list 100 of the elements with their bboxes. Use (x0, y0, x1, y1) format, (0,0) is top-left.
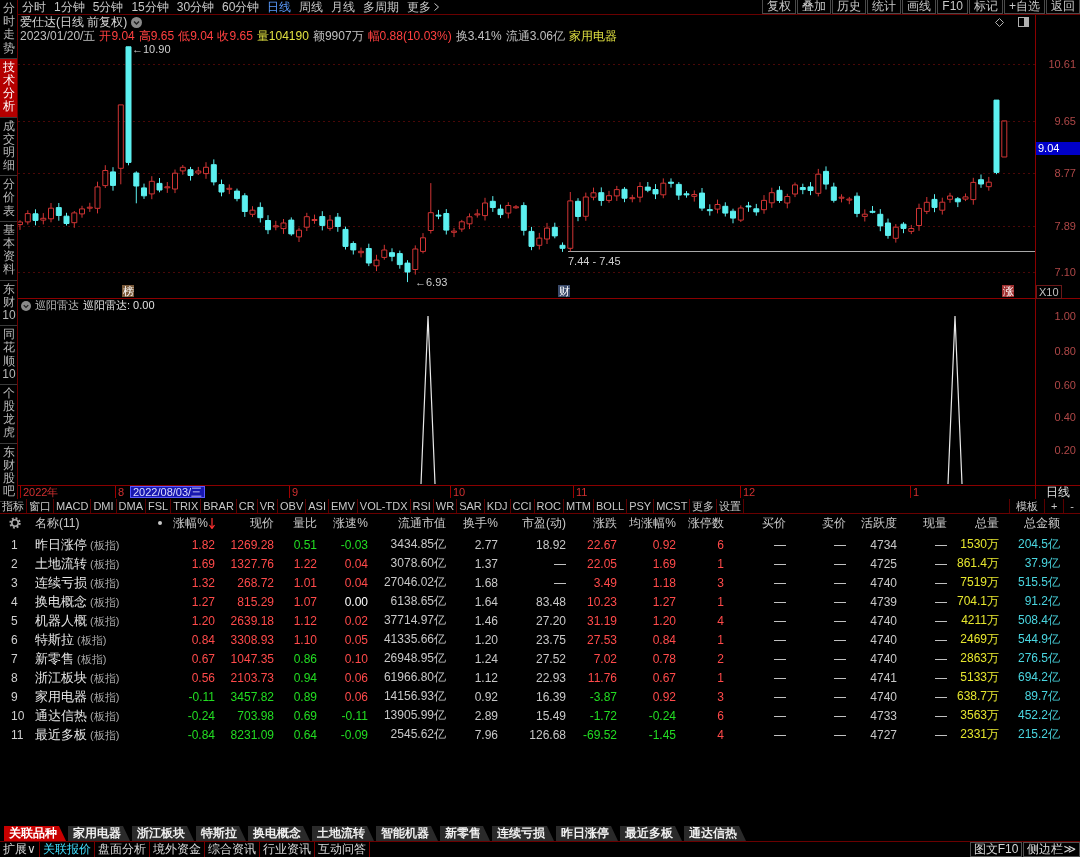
period-tab[interactable]: 周线 (299, 0, 324, 14)
side-tab[interactable]: 同花顺10 (0, 326, 17, 385)
indicator-tab[interactable]: VOL-TDX (357, 499, 411, 513)
event-marker[interactable]: 榜 (122, 285, 134, 297)
tool-button[interactable]: - (1063, 499, 1080, 513)
indicator-tab[interactable]: PSY (627, 499, 655, 513)
column-header[interactable]: 买价 (762, 515, 786, 531)
related-tab[interactable]: 新零售 (440, 826, 490, 841)
related-tab[interactable]: 土地流转 (312, 826, 374, 841)
indicator-tab[interactable]: 设置 (717, 499, 745, 513)
related-tab[interactable]: 最近多板 (620, 826, 682, 841)
diamond-icon[interactable] (995, 17, 1004, 27)
sector-name[interactable]: 换电概念 (35, 592, 87, 611)
related-tab[interactable]: 换电概念 (248, 826, 310, 841)
status-button[interactable]: 图文F10 (969, 842, 1023, 857)
related-tab[interactable]: 家用电器 (68, 826, 130, 841)
side-tab[interactable]: 分时走势 (0, 0, 17, 59)
event-marker[interactable]: 财 (558, 285, 570, 297)
sector-name[interactable]: 连续亏损 (35, 573, 87, 592)
status-tab[interactable]: 境外资金 (149, 842, 205, 857)
indicator-tab[interactable]: MTM (564, 499, 595, 513)
period-tab[interactable]: 多周期 (363, 0, 400, 14)
indicator-tab[interactable]: EMV (328, 499, 358, 513)
period-tab[interactable]: 5分钟 (92, 0, 124, 14)
indicator-tab[interactable]: TRIX (171, 499, 202, 513)
settings-icon[interactable] (9, 517, 21, 529)
toolbar-button[interactable]: 画线 (902, 0, 937, 14)
status-button[interactable]: 侧边栏≫ (1023, 842, 1080, 857)
toolbar-button[interactable]: 返回 (1046, 0, 1080, 14)
sector-name[interactable]: 土地流转 (35, 554, 87, 573)
tool-button[interactable]: + (1043, 499, 1064, 513)
indicator-tab[interactable]: ROC (534, 499, 564, 513)
column-header[interactable]: 市盈(动) (522, 515, 566, 531)
related-tab[interactable]: 特斯拉 (196, 826, 246, 841)
period-tab[interactable]: 分时 (22, 0, 46, 14)
column-header[interactable]: 卖价 (822, 515, 846, 531)
toolbar-button[interactable]: 历史 (832, 0, 867, 14)
toolbar-button[interactable]: +自选 (1004, 0, 1045, 14)
column-header[interactable]: 活跃度 (861, 515, 897, 531)
indicator-tab[interactable]: KDJ (484, 499, 511, 513)
indicator-tab[interactable]: MCST (654, 499, 691, 513)
sector-name[interactable]: 浙江板块 (35, 668, 87, 687)
period-tab[interactable]: 1分钟 (54, 0, 85, 14)
more-button[interactable]: 更多 (407, 0, 440, 14)
indicator-tab[interactable]: WR (433, 499, 458, 513)
indicator-tab[interactable]: 指标 (0, 499, 27, 513)
column-header[interactable]: 总量 (975, 515, 999, 531)
toolbar-button[interactable]: F10 (937, 0, 968, 14)
sector-name[interactable]: 家用电器 (35, 687, 87, 706)
period-tab[interactable]: 30分钟 (176, 0, 215, 14)
side-tab[interactable]: 基本资料 (0, 221, 17, 281)
related-tab[interactable]: 智能机器 (376, 826, 438, 841)
indicator-tab[interactable]: BRAR (201, 499, 237, 513)
status-tab[interactable]: 行业资讯 (259, 842, 315, 857)
period-tab[interactable]: 月线 (331, 0, 356, 14)
side-tab[interactable]: 成交明细 (0, 117, 17, 177)
sector-name[interactable]: 通达信热 (35, 706, 87, 725)
indicator-tab[interactable]: FSL (146, 499, 172, 513)
column-header[interactable]: 流通市值 (398, 515, 446, 531)
sector-name[interactable]: 新零售 (35, 649, 74, 668)
indicator-tab[interactable]: ASI (306, 499, 329, 513)
column-header[interactable]: 涨停数 (688, 515, 724, 531)
column-header[interactable]: 现量 (923, 515, 947, 531)
toolbar-button[interactable]: 统计 (867, 0, 902, 14)
status-tab[interactable]: 扩展∨ (0, 842, 40, 857)
indicator-tab[interactable]: DMI (91, 499, 117, 513)
period-tab[interactable]: 日线 (267, 0, 292, 14)
tool-button[interactable]: 模板 (1008, 499, 1044, 513)
column-header[interactable]: 涨幅% (173, 515, 215, 531)
indicator-tab[interactable]: 窗口 (27, 499, 54, 513)
sector-name[interactable]: 特斯拉 (35, 630, 74, 649)
indicator-tab[interactable]: 更多 (690, 499, 718, 513)
side-tab[interactable]: 技术分析 (0, 58, 17, 118)
window-icon[interactable] (1018, 17, 1029, 27)
indicator-tab[interactable]: RSI (410, 499, 434, 513)
column-header[interactable]: 涨速% (333, 515, 368, 531)
toolbar-button[interactable]: 标记 (969, 0, 1003, 14)
related-tab[interactable]: 通达信热 (684, 826, 746, 841)
indicator-tab[interactable]: CR (236, 499, 258, 513)
circle-chevron-icon[interactable] (21, 300, 31, 311)
column-header[interactable]: 现价 (250, 515, 274, 531)
indicator-tab[interactable]: CCI (510, 499, 535, 513)
column-header[interactable]: 换手% (463, 515, 498, 531)
column-header[interactable]: 量比 (293, 515, 317, 531)
period-tab[interactable]: 60分钟 (222, 0, 260, 14)
circle-chevron-icon[interactable] (131, 16, 143, 28)
indicator-tab[interactable]: BOLL (594, 499, 628, 513)
sector-name[interactable]: 机器人概 (35, 611, 87, 630)
column-header[interactable]: 总金额 (1024, 515, 1060, 531)
indicator-tab[interactable]: VR (257, 499, 278, 513)
indicator-tab[interactable]: SAR (457, 499, 485, 513)
indicator-tab[interactable]: OBV (278, 499, 307, 513)
related-tab[interactable]: 连续亏损 (492, 826, 554, 841)
sector-name[interactable]: 最近多板 (35, 725, 87, 744)
side-tab[interactable]: 个股龙虎 (0, 384, 17, 444)
related-tab[interactable]: 昨日涨停 (556, 826, 618, 841)
side-tab[interactable]: 分价表 (0, 176, 17, 222)
toolbar-button[interactable]: 复权 (762, 0, 797, 14)
sector-name[interactable]: 昨日涨停 (35, 535, 87, 554)
column-header[interactable]: 涨跌 (593, 515, 617, 531)
